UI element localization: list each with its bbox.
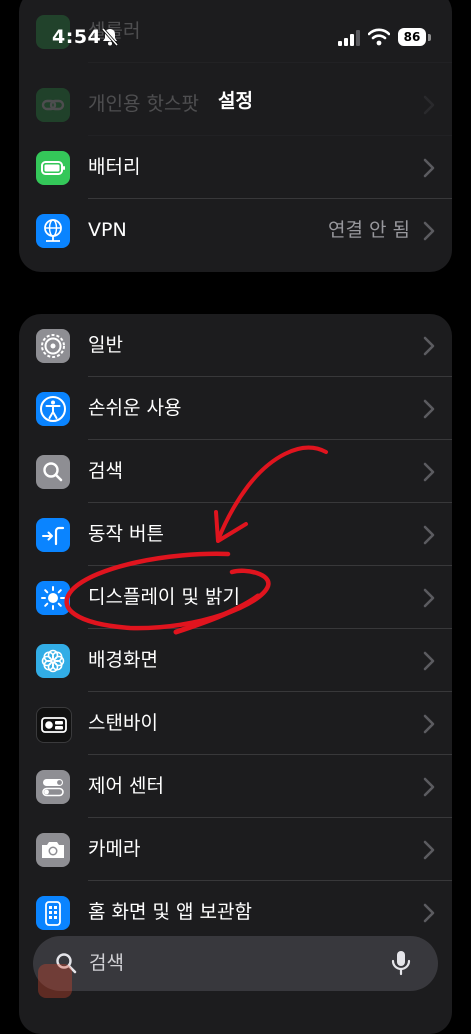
settings-row-display-brightness[interactable]: 디스플레이 및 밝기 <box>19 566 452 629</box>
toggles-icon <box>36 770 70 804</box>
chevron-right-icon <box>423 903 435 923</box>
chevron-right-icon <box>423 840 435 860</box>
accessibility-icon <box>36 392 70 426</box>
silent-bell-icon <box>101 28 119 46</box>
microphone-icon[interactable] <box>390 949 412 977</box>
settings-row-vpn[interactable]: VPN 연결 안 됨 <box>19 199 452 262</box>
standby-icon <box>36 707 72 743</box>
row-label: 배터리 <box>88 156 141 178</box>
chevron-right-icon <box>423 158 435 178</box>
row-label: 제어 센터 <box>88 775 164 797</box>
settings-row-action-button[interactable]: 동작 버튼 <box>19 503 452 566</box>
flower-icon <box>36 644 70 678</box>
chevron-right-icon <box>423 336 435 356</box>
chevron-right-icon <box>423 525 435 545</box>
chevron-right-icon <box>423 462 435 482</box>
battery-indicator: 86 <box>398 28 426 46</box>
row-label: 카메라 <box>88 838 141 860</box>
settings-row-wallpaper[interactable]: 배경화면 <box>19 629 452 692</box>
settings-row-home-screen[interactable]: 홈 화면 및 앱 보관함 <box>19 881 452 944</box>
battery-tip <box>428 34 431 41</box>
row-label: 홈 화면 및 앱 보관함 <box>88 901 252 923</box>
row-label: 스탠바이 <box>88 712 158 734</box>
settings-row-camera[interactable]: 카메라 <box>19 818 452 881</box>
chevron-right-icon <box>423 714 435 734</box>
row-label: 동작 버튼 <box>88 523 164 545</box>
vpn-status: 연결 안 됨 <box>328 219 410 241</box>
row-label: 디스플레이 및 밝기 <box>88 586 240 608</box>
status-time: 4:54 <box>52 26 102 48</box>
camera-icon <box>36 833 70 867</box>
cellular-signal-icon <box>338 30 360 46</box>
settings-row-control-center[interactable]: 제어 센터 <box>19 755 452 818</box>
row-label: 배경화면 <box>88 649 158 671</box>
settings-row-accessibility[interactable]: 손쉬운 사용 <box>19 377 452 440</box>
search-placeholder: 검색 <box>89 952 124 974</box>
battery-icon <box>36 151 70 185</box>
chevron-right-icon <box>423 588 435 608</box>
home-screen-icon <box>36 896 70 930</box>
settings-group-general: 일반 손쉬운 사용 검색 동작 버튼 디스플레이 및 밝기 배경화면 스탠바이 … <box>19 314 452 1034</box>
chevron-right-icon <box>423 399 435 419</box>
settings-row-general[interactable]: 일반 <box>19 314 452 377</box>
status-bar: 4:54 86 <box>0 0 471 78</box>
settings-row-standby[interactable]: 스탠바이 <box>19 692 452 755</box>
magnifier-icon <box>36 455 70 489</box>
search-bar[interactable]: 검색 <box>33 936 438 991</box>
row-label: VPN <box>88 219 127 241</box>
row-label: 검색 <box>88 460 123 482</box>
row-label: 일반 <box>88 334 123 356</box>
apple-intelligence-icon <box>38 964 72 998</box>
action-button-icon <box>36 518 70 552</box>
row-label: 손쉬운 사용 <box>88 397 182 419</box>
chevron-right-icon <box>423 777 435 797</box>
sun-icon <box>36 581 70 615</box>
chevron-right-icon <box>423 651 435 671</box>
globe-icon <box>36 214 70 248</box>
chevron-right-icon <box>423 221 435 241</box>
gear-icon <box>36 329 70 363</box>
settings-row-battery[interactable]: 배터리 <box>19 136 452 199</box>
page-title: 설정 <box>218 90 253 112</box>
wifi-icon <box>368 28 390 46</box>
settings-row-search[interactable]: 검색 <box>19 440 452 503</box>
